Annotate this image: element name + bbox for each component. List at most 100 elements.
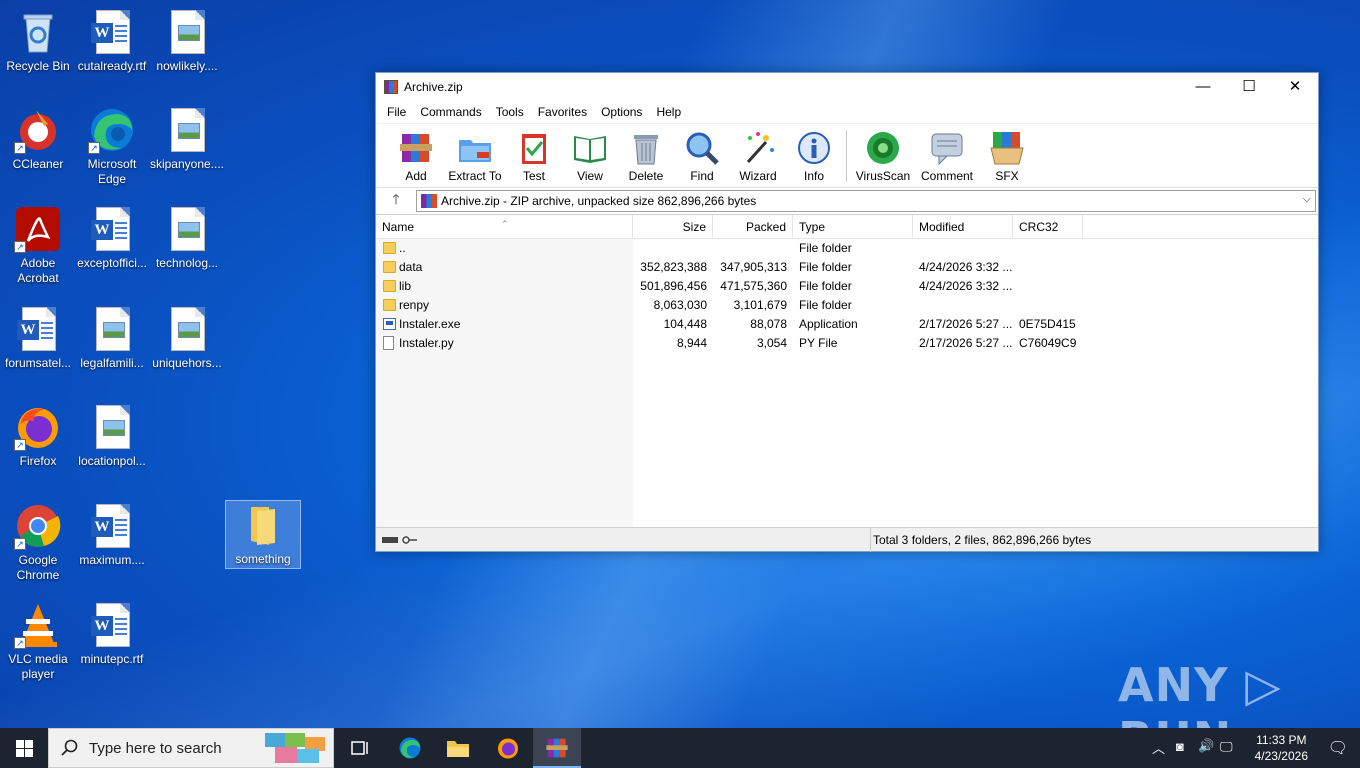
cell-text: Instaler.py bbox=[399, 336, 454, 350]
desktop-icon-firefox[interactable]: ↗ Firefox bbox=[0, 403, 76, 469]
taskbar-firefox[interactable] bbox=[484, 728, 532, 768]
toolbar-label: Info bbox=[803, 169, 824, 183]
close-button[interactable]: ✕ bbox=[1272, 73, 1318, 101]
menu-commands[interactable]: Commands bbox=[413, 105, 488, 119]
cell-name: .. bbox=[376, 239, 633, 258]
chevron-up-icon[interactable]: ︿ bbox=[1152, 738, 1165, 757]
desktop-icon-vlc[interactable]: ↗ VLC media player bbox=[0, 601, 76, 682]
cell-type: File folder bbox=[793, 277, 913, 296]
desktop-icon-forumsatel[interactable]: W forumsatel... bbox=[0, 305, 76, 371]
taskbar-edge[interactable] bbox=[386, 728, 434, 768]
cell-packed: 347,905,313 bbox=[713, 258, 793, 277]
cell-text: 8,944 bbox=[676, 336, 707, 350]
desktop-icon-skipanyone[interactable]: skipanyone.... bbox=[149, 106, 225, 172]
clock-time: 11:33 PM bbox=[1256, 733, 1307, 747]
desktop-icon-legalfamili[interactable]: legalfamili... bbox=[74, 305, 150, 371]
virusscan-button[interactable]: VirusScan bbox=[851, 124, 915, 183]
desktop-icon-locationpol[interactable]: locationpol... bbox=[74, 403, 150, 469]
volume-icon[interactable]: 🔊 bbox=[1198, 738, 1214, 754]
magnifier-icon bbox=[684, 130, 720, 166]
desktop-icon-exceptoffici[interactable]: W exceptoffici... bbox=[74, 205, 150, 271]
cell-type: File folder bbox=[793, 296, 913, 315]
desktop-icon-technolog[interactable]: technolog... bbox=[149, 205, 225, 271]
taskbar-winrar[interactable] bbox=[533, 728, 581, 768]
desktop-icon-nowlikely[interactable]: nowlikely.... bbox=[149, 8, 225, 74]
desktop-icon-something-folder[interactable]: something bbox=[225, 500, 301, 569]
table-row[interactable]: renpy 8,063,030 3,101,679 File folder bbox=[376, 296, 1318, 315]
info-icon bbox=[796, 130, 832, 166]
notifications-icon[interactable]: 🗨 bbox=[1328, 738, 1348, 758]
delete-button[interactable]: Delete bbox=[618, 124, 674, 183]
winrar-window[interactable]: Archive.zip — ☐ ✕ File Commands Tools Fa… bbox=[375, 72, 1319, 552]
table-row[interactable]: lib 501,896,456 471,575,360 File folder 4/24… bbox=[376, 277, 1318, 296]
sfx-button[interactable]: SFX bbox=[979, 124, 1035, 183]
menu-tools[interactable]: Tools bbox=[489, 105, 531, 119]
cell-text: C76049C9 bbox=[1019, 336, 1077, 350]
system-tray: ︿ ◙ 🔊 🖵 bbox=[1150, 728, 1240, 768]
desktop-icon-ccleaner[interactable]: ↗ CCleaner bbox=[0, 106, 76, 172]
cell-text: 3,101,679 bbox=[733, 298, 787, 312]
cell-text: Instaler.exe bbox=[399, 317, 461, 331]
title-bar[interactable]: Archive.zip — ☐ ✕ bbox=[376, 73, 1318, 101]
column-modified[interactable]: Modified bbox=[913, 215, 1013, 239]
cell-text: 347,905,313 bbox=[720, 260, 787, 274]
find-button[interactable]: Find bbox=[674, 124, 730, 183]
desktop-icon-minutepc[interactable]: W minutepc.rtf bbox=[74, 601, 150, 667]
menu-favorites[interactable]: Favorites bbox=[531, 105, 594, 119]
add-button[interactable]: Add bbox=[388, 124, 444, 183]
extract-to-button[interactable]: Extract To bbox=[444, 124, 506, 183]
status-left bbox=[376, 527, 871, 552]
folder-icon bbox=[383, 242, 396, 254]
desktop-icon-label: technolog... bbox=[155, 256, 219, 270]
key-icon bbox=[402, 535, 417, 544]
column-type[interactable]: Type bbox=[793, 215, 913, 239]
view-book-icon bbox=[572, 130, 608, 166]
view-button[interactable]: View bbox=[562, 124, 618, 183]
cell-size: 104,448 bbox=[633, 315, 713, 334]
network-icon[interactable]: 🖵 bbox=[1220, 739, 1233, 755]
up-one-level-icon[interactable]: 🡑 bbox=[376, 189, 416, 213]
table-row[interactable]: .. File folder bbox=[376, 239, 1318, 258]
recycle-bin-icon bbox=[14, 8, 62, 56]
desktop-icon-uniquehors[interactable]: uniquehors... bbox=[149, 305, 225, 371]
table-row[interactable]: Instaler.py 8,944 3,054 PY File 2/17/2026 5:… bbox=[376, 334, 1318, 353]
chevron-down-icon[interactable]: ⌵ bbox=[1303, 193, 1311, 206]
column-crc32[interactable]: CRC32 bbox=[1013, 215, 1083, 239]
column-packed[interactable]: Packed bbox=[713, 215, 793, 239]
file-list[interactable]: Name ⌃ Size Packed Type Modified CRC32 ..… bbox=[376, 214, 1318, 527]
desktop-icon-maximum[interactable]: W maximum.... bbox=[74, 502, 150, 568]
winrar-icon bbox=[384, 80, 398, 94]
maximize-button[interactable]: ☐ bbox=[1226, 73, 1272, 101]
desktop-icon-google-chrome[interactable]: ↗ Google Chrome bbox=[0, 502, 76, 583]
start-button[interactable] bbox=[0, 728, 48, 768]
cell-crc: 0E75D415 bbox=[1013, 315, 1083, 334]
comment-button[interactable]: Comment bbox=[915, 124, 979, 183]
menu-help[interactable]: Help bbox=[649, 105, 688, 119]
edge-icon bbox=[399, 737, 421, 759]
column-name[interactable]: Name ⌃ bbox=[376, 215, 633, 239]
menu-options[interactable]: Options bbox=[594, 105, 649, 119]
column-size[interactable]: Size bbox=[633, 215, 713, 239]
desktop-icon-recycle-bin[interactable]: Recycle Bin bbox=[0, 8, 76, 74]
wizard-button[interactable]: Wizard bbox=[730, 124, 786, 183]
test-button[interactable]: Test bbox=[506, 124, 562, 183]
address-field[interactable]: Archive.zip - ZIP archive, unpacked size… bbox=[416, 189, 1316, 212]
info-button[interactable]: Info bbox=[786, 124, 842, 183]
ccleaner-icon: ↗ bbox=[14, 106, 62, 154]
desktop-icon-cutalready[interactable]: W cutalready.rtf bbox=[74, 8, 150, 74]
desktop-icon-label: exceptoffici... bbox=[77, 256, 147, 270]
search-box[interactable]: Type here to search bbox=[48, 728, 334, 768]
task-view-button[interactable] bbox=[336, 728, 384, 768]
shortcut-arrow-icon: ↗ bbox=[14, 439, 26, 451]
minimize-button[interactable]: — bbox=[1180, 73, 1226, 101]
desktop-icon-adobe-acrobat[interactable]: ↗ Adobe Acrobat bbox=[0, 205, 76, 286]
extract-folder-icon bbox=[457, 130, 493, 166]
table-row[interactable]: Instaler.exe 104,448 88,078 Application 2/17… bbox=[376, 315, 1318, 334]
taskbar-clock[interactable]: 11:33 PM 4/23/2026 bbox=[1255, 732, 1308, 764]
desktop-icon-microsoft-edge[interactable]: ↗ Microsoft Edge bbox=[74, 106, 150, 187]
taskbar-file-explorer[interactable] bbox=[434, 728, 482, 768]
menu-file[interactable]: File bbox=[380, 105, 413, 119]
meet-now-icon[interactable]: ◙ bbox=[1176, 739, 1184, 754]
cell-type: Application bbox=[793, 315, 913, 334]
table-row[interactable]: data 352,823,388 347,905,313 File folder 4/2… bbox=[376, 258, 1318, 277]
